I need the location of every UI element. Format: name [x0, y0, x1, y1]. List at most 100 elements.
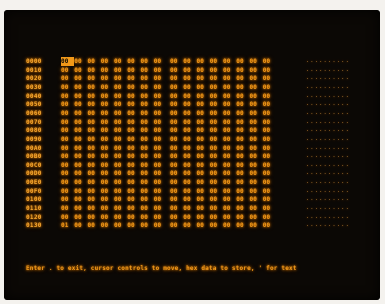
hex-byte[interactable]: 00	[154, 204, 167, 213]
hex-byte[interactable]: 00	[210, 204, 223, 213]
hex-byte[interactable]: 00	[183, 118, 196, 127]
hex-byte[interactable]: 00	[127, 83, 140, 92]
hex-byte[interactable]: 00	[170, 135, 183, 144]
hex-byte[interactable]: 00	[210, 169, 223, 178]
hex-byte[interactable]: 00	[101, 195, 114, 204]
hex-byte[interactable]: 00	[236, 213, 249, 222]
hex-byte[interactable]: 00	[263, 161, 276, 170]
hex-byte[interactable]: 00	[141, 187, 154, 196]
hex-byte[interactable]: 01	[61, 221, 74, 230]
hex-byte[interactable]: 00	[197, 57, 210, 66]
hex-byte[interactable]: 00	[223, 187, 236, 196]
hex-byte[interactable]: 00	[197, 161, 210, 170]
hex-byte[interactable]: 00	[114, 135, 127, 144]
hex-byte[interactable]: 00	[74, 135, 87, 144]
hex-byte[interactable]: 00	[127, 118, 140, 127]
hex-byte[interactable]: 00	[223, 100, 236, 109]
hex-byte[interactable]: 00	[197, 126, 210, 135]
hex-byte[interactable]: 00	[101, 57, 114, 66]
hex-byte[interactable]: 00	[170, 66, 183, 75]
hex-byte[interactable]: 00	[61, 213, 74, 222]
hex-byte[interactable]: 00	[127, 169, 140, 178]
hex-byte[interactable]: 00	[236, 187, 249, 196]
hex-byte[interactable]: 00	[127, 126, 140, 135]
hex-byte[interactable]: 00	[114, 66, 127, 75]
hex-byte[interactable]: 00	[101, 204, 114, 213]
hex-byte[interactable]: 00	[263, 100, 276, 109]
hex-byte[interactable]: 00	[223, 118, 236, 127]
hex-byte[interactable]: 00	[101, 109, 114, 118]
hex-byte[interactable]: 00	[210, 109, 223, 118]
hex-byte[interactable]: 00	[170, 92, 183, 101]
hex-byte[interactable]: 00	[61, 66, 74, 75]
hex-byte[interactable]: 00	[210, 83, 223, 92]
hex-byte[interactable]: 00	[250, 118, 263, 127]
hex-byte[interactable]: 00	[250, 152, 263, 161]
hex-byte[interactable]: 00	[154, 74, 167, 83]
hex-byte[interactable]: 00	[223, 74, 236, 83]
hex-byte[interactable]: 00	[197, 204, 210, 213]
hex-byte[interactable]: 00	[101, 169, 114, 178]
hex-byte[interactable]: 00	[210, 213, 223, 222]
hex-byte[interactable]: 00	[141, 109, 154, 118]
hex-byte[interactable]: 00	[154, 66, 167, 75]
hex-byte[interactable]: 00	[223, 66, 236, 75]
hex-byte[interactable]: 00	[127, 152, 140, 161]
hex-byte[interactable]: 00	[183, 178, 196, 187]
hex-byte[interactable]: 00	[154, 83, 167, 92]
hex-byte[interactable]: 00	[61, 161, 74, 170]
hex-byte[interactable]: 00	[74, 144, 87, 153]
hex-byte[interactable]: 00	[250, 126, 263, 135]
hex-byte[interactable]: 00	[141, 83, 154, 92]
hex-byte[interactable]: 00	[170, 118, 183, 127]
hex-byte[interactable]: 00	[88, 204, 101, 213]
hex-byte[interactable]: 00	[74, 109, 87, 118]
hex-byte[interactable]: 00	[101, 161, 114, 170]
hex-byte[interactable]: 00	[250, 161, 263, 170]
hex-byte[interactable]: 00	[197, 195, 210, 204]
hex-byte[interactable]: 00	[101, 152, 114, 161]
hex-byte[interactable]: 00	[183, 57, 196, 66]
hex-byte[interactable]: 00	[236, 161, 249, 170]
hex-byte[interactable]: 00	[101, 178, 114, 187]
hex-byte[interactable]: 00	[101, 92, 114, 101]
hex-byte[interactable]: 00	[154, 118, 167, 127]
hex-byte[interactable]: 00	[154, 169, 167, 178]
hex-byte[interactable]: 00	[210, 118, 223, 127]
hex-byte[interactable]: 00	[263, 109, 276, 118]
hex-byte[interactable]: 00	[210, 144, 223, 153]
hex-byte[interactable]: 00	[88, 109, 101, 118]
hex-byte[interactable]: 00	[127, 187, 140, 196]
hex-byte[interactable]: 00	[88, 161, 101, 170]
hex-byte[interactable]: 00	[236, 135, 249, 144]
hex-byte[interactable]: 00	[210, 92, 223, 101]
hex-byte[interactable]: 00	[170, 100, 183, 109]
hex-byte[interactable]: 00	[223, 178, 236, 187]
hex-byte[interactable]: 00	[236, 66, 249, 75]
hex-byte[interactable]: 00	[61, 126, 74, 135]
hex-byte[interactable]: 00	[141, 204, 154, 213]
hex-byte[interactable]: 00	[250, 109, 263, 118]
hex-byte[interactable]: 00	[154, 187, 167, 196]
hex-byte[interactable]: 00	[236, 221, 249, 230]
hex-byte[interactable]: 00	[141, 74, 154, 83]
hex-byte[interactable]: 00	[114, 92, 127, 101]
hex-byte[interactable]: 00	[236, 144, 249, 153]
hex-byte[interactable]: 00	[74, 83, 87, 92]
hex-byte[interactable]: 00	[197, 83, 210, 92]
hex-byte[interactable]: 00	[250, 169, 263, 178]
hex-byte[interactable]: 00	[210, 221, 223, 230]
hex-byte[interactable]: 00	[141, 161, 154, 170]
hex-byte[interactable]: 00	[141, 126, 154, 135]
hex-byte[interactable]: 00	[114, 100, 127, 109]
hex-byte[interactable]: 00	[223, 144, 236, 153]
hex-byte[interactable]: 00	[223, 126, 236, 135]
hex-byte[interactable]: 00	[263, 74, 276, 83]
hex-byte[interactable]: 00	[250, 92, 263, 101]
hex-byte[interactable]: 00	[74, 178, 87, 187]
hex-byte[interactable]: 00	[127, 135, 140, 144]
hex-byte[interactable]: 00	[141, 144, 154, 153]
hex-byte[interactable]: 00	[197, 135, 210, 144]
hex-byte[interactable]: 00	[88, 57, 101, 66]
hex-byte[interactable]: 00	[223, 135, 236, 144]
